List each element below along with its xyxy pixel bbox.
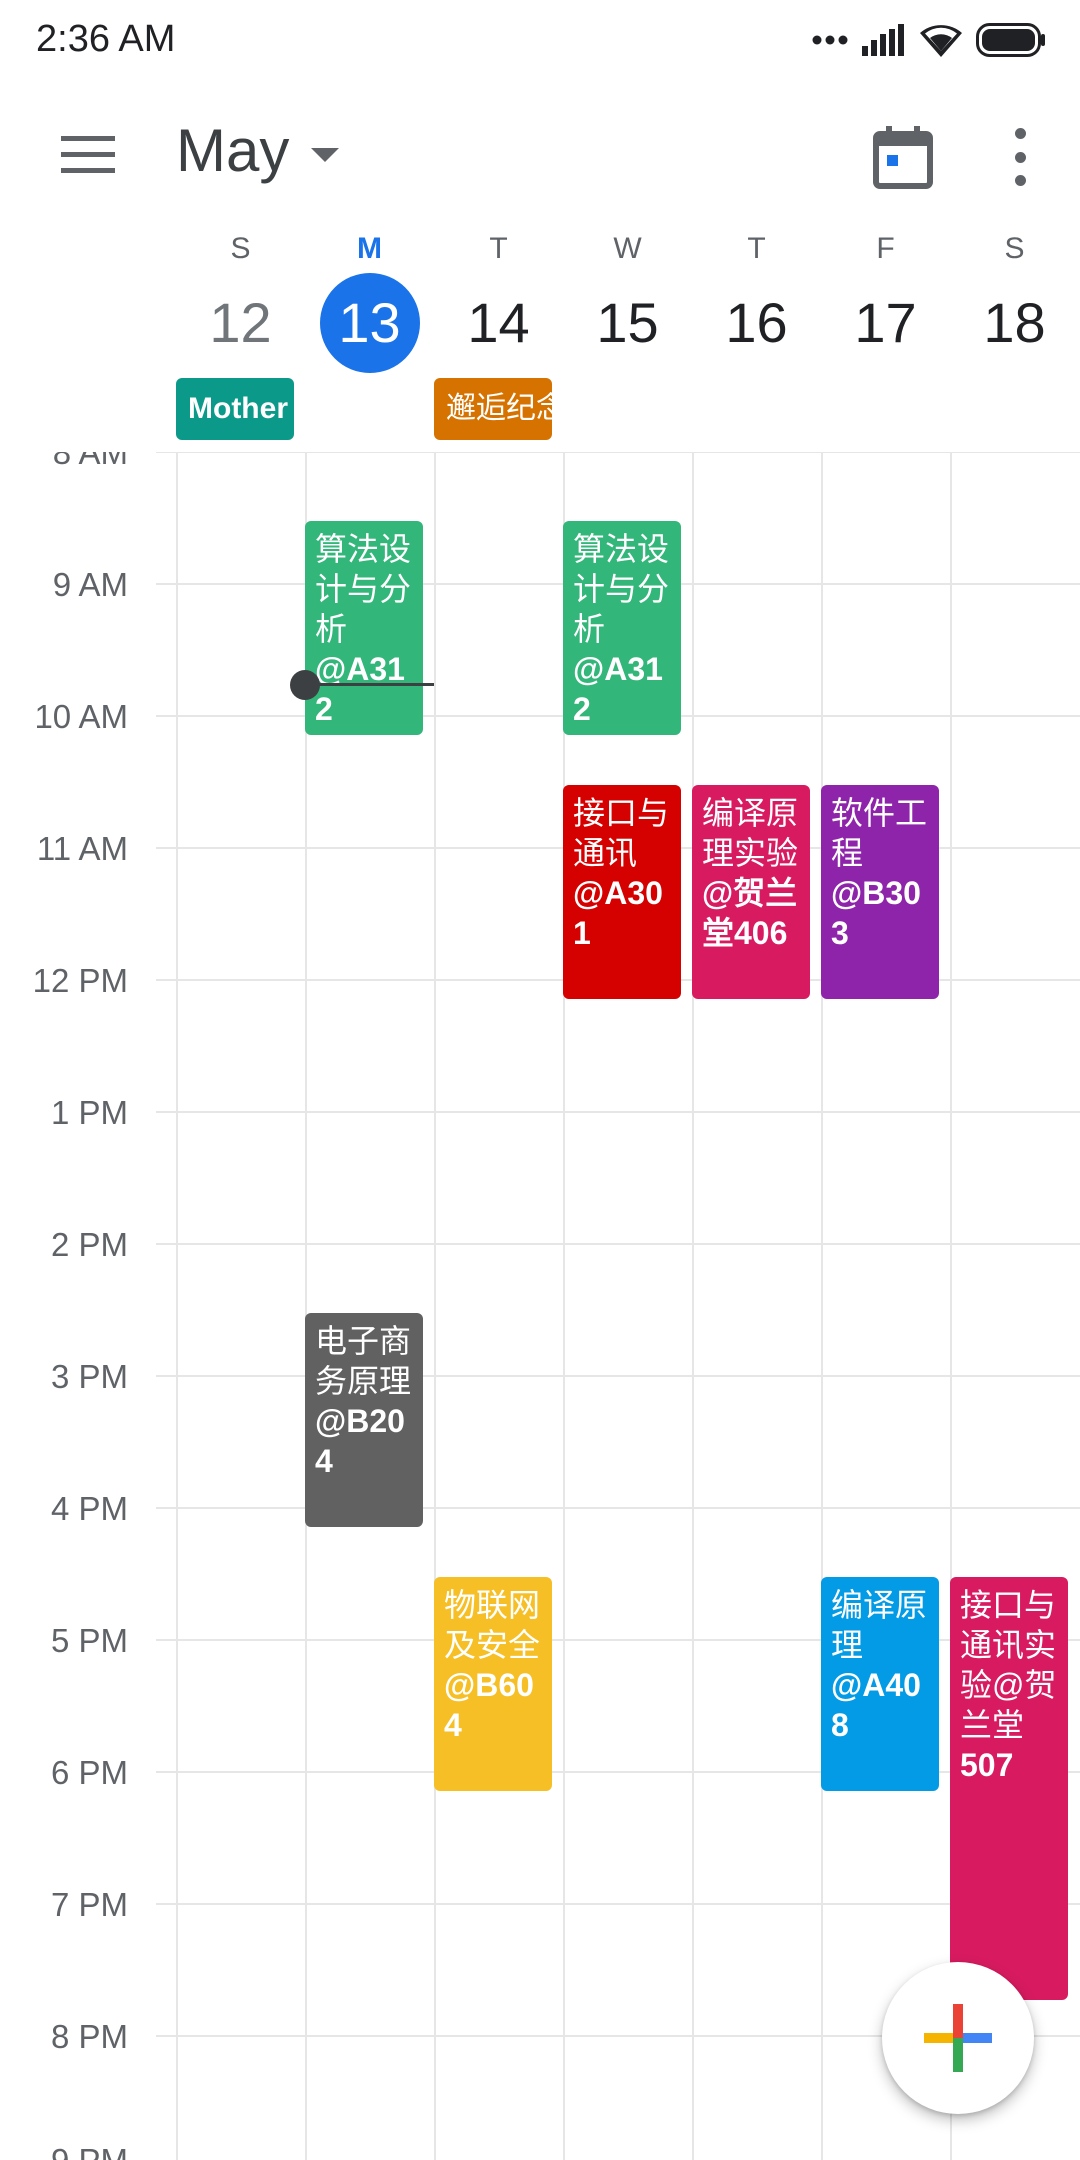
app-bar: May — [0, 80, 1080, 230]
day-of-week: S — [1004, 232, 1025, 265]
hour-line — [156, 1375, 1080, 1377]
event-location: @B204 — [315, 1403, 405, 1479]
event-location: @A301 — [573, 875, 663, 951]
event-title: 接口与通讯实验@贺兰堂 — [960, 1587, 1057, 1743]
hour-label: 9 PM — [0, 2142, 128, 2160]
day-header-wed[interactable]: W 15 — [563, 225, 692, 373]
day-number: 17 — [854, 291, 917, 354]
day-of-week: T — [489, 232, 508, 265]
hour-line — [156, 1243, 1080, 1245]
day-number: 16 — [725, 291, 788, 354]
day-of-week: F — [876, 232, 895, 265]
create-event-button[interactable] — [882, 1962, 1034, 2114]
event-title: 编译原理实验 — [702, 795, 799, 871]
event-location: @A408 — [831, 1667, 921, 1743]
day-header-fri[interactable]: F 17 — [821, 225, 950, 373]
current-time-dot — [290, 670, 320, 700]
hour-label: 1 PM — [50, 1094, 128, 1131]
day-header-mon-today[interactable]: M 13 — [305, 225, 434, 373]
event-location: 507 — [960, 1747, 1014, 1783]
event-card[interactable]: 接口与通讯实验@贺兰堂 507 — [950, 1577, 1068, 2000]
day-of-week: T — [747, 232, 766, 265]
status-bar: 2:36 AM — [0, 0, 1080, 80]
event-title: 算法设计与分析 — [315, 531, 412, 647]
hamburger-menu-icon — [61, 136, 115, 173]
event-title: 接口与通讯 — [573, 795, 670, 871]
more-vert-icon — [1014, 128, 1026, 139]
event-title: 物联网及安全 — [444, 1587, 541, 1663]
hour-label: 2 PM — [50, 1226, 128, 1263]
event-card[interactable]: 电子商务原理 @B204 — [305, 1313, 423, 1527]
event-title: 编译原理 — [831, 1587, 928, 1663]
event-location: @B303 — [831, 875, 921, 951]
more-options-button[interactable] — [1000, 124, 1040, 190]
event-location: @B604 — [444, 1667, 534, 1743]
day-of-week: M — [357, 232, 382, 265]
event-card[interactable]: 物联网及安全 @B604 — [434, 1577, 552, 1791]
event-card[interactable]: 算法设计与分析 @A312 — [563, 521, 681, 735]
hour-line — [156, 1771, 1080, 1773]
chevron-down-icon — [311, 147, 340, 162]
day-of-week: W — [613, 232, 642, 265]
hour-label: 11 AM — [36, 830, 128, 867]
day-header-thu[interactable]: T 16 — [692, 225, 821, 373]
day-number: 13 — [319, 273, 420, 373]
hour-line — [156, 452, 1080, 453]
day-of-week: S — [230, 232, 251, 265]
hour-label: 9 AM — [52, 566, 128, 603]
hour-label: 12 PM — [32, 962, 128, 999]
hour-line — [156, 1903, 1080, 1905]
day-header-sun[interactable]: S 12 — [176, 225, 305, 373]
time-grid[interactable]: 8 AM 9 AM 10 AM 11 AM 12 PM 1 PM 2 PM 3 … — [0, 452, 1080, 2160]
day-header-sat[interactable]: S 18 — [950, 225, 1079, 373]
event-card[interactable]: 接口与通讯 @A301 — [563, 785, 681, 999]
event-location: @A312 — [315, 651, 405, 727]
more-vert-icon-dot — [1014, 175, 1026, 186]
event-card[interactable]: 算法设计与分析 @A312 — [305, 521, 423, 735]
signal-icon — [862, 24, 904, 56]
month-title: May — [176, 117, 290, 184]
hour-label: 8 PM — [50, 2018, 128, 2055]
hour-line — [156, 1639, 1080, 1641]
add-icon — [924, 2004, 992, 2072]
all-day-event[interactable]: 邂逅纪念 — [434, 378, 552, 440]
today-button[interactable] — [870, 124, 936, 190]
battery-icon — [976, 23, 1045, 57]
event-card[interactable]: 编译原理实验 @贺兰堂406 — [692, 785, 810, 999]
hour-line — [156, 1507, 1080, 1509]
event-card[interactable]: 编译原理 @A408 — [821, 1577, 939, 1791]
status-time: 2:36 AM — [36, 18, 176, 60]
more-vert-icon-dot — [1014, 151, 1026, 163]
event-location: @贺兰堂406 — [702, 875, 798, 951]
more-notifications-icon — [812, 35, 848, 45]
event-title: 软件工程 — [831, 795, 928, 871]
hour-label: 4 PM — [50, 1490, 128, 1527]
wifi-icon — [920, 25, 962, 57]
event-title: 电子商务原理 — [315, 1323, 412, 1399]
month-selector[interactable]: May — [176, 116, 340, 185]
hour-label: 10 AM — [34, 698, 128, 735]
day-number: 14 — [467, 291, 530, 354]
menu-button[interactable] — [50, 122, 126, 186]
hour-label: 7 PM — [50, 1886, 128, 1923]
all-day-event[interactable]: Mother — [176, 378, 294, 440]
calendar-today-icon — [873, 126, 933, 189]
hour-line — [156, 1111, 1080, 1113]
hour-label: 6 PM — [50, 1754, 128, 1791]
event-location: @A312 — [573, 651, 663, 727]
hour-label: 5 PM — [50, 1622, 128, 1659]
hour-label: 3 PM — [50, 1358, 128, 1395]
day-header-tue[interactable]: T 14 — [434, 225, 563, 373]
day-number: 12 — [209, 291, 272, 354]
status-icons — [812, 20, 1046, 60]
hour-label: 8 AM — [52, 452, 128, 471]
day-number: 15 — [596, 291, 659, 354]
event-title: 算法设计与分析 — [573, 531, 670, 647]
current-time-line — [305, 683, 434, 686]
day-number: 18 — [983, 291, 1046, 354]
event-card[interactable]: 软件工程 @B303 — [821, 785, 939, 999]
